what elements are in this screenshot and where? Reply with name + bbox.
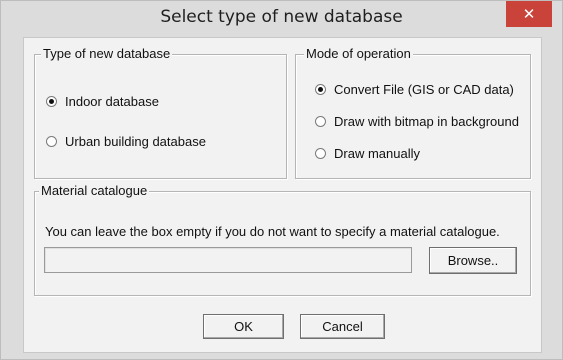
radio-draw-manually[interactable]: Draw manually bbox=[315, 146, 420, 161]
mode-of-operation-group: Mode of operation Convert File (GIS or C… bbox=[295, 46, 531, 179]
database-type-legend: Type of new database bbox=[41, 46, 173, 61]
radio-selected-dot bbox=[318, 87, 323, 92]
dialog-title: Select type of new database bbox=[160, 7, 403, 27]
close-button[interactable]: ✕ bbox=[506, 1, 552, 27]
radio-indicator bbox=[315, 84, 326, 95]
close-icon: ✕ bbox=[522, 5, 536, 23]
browse-button[interactable]: Browse.. bbox=[429, 247, 517, 274]
radio-indicator bbox=[46, 96, 57, 107]
ok-button[interactable]: OK bbox=[203, 314, 284, 339]
radio-urban-building-database[interactable]: Urban building database bbox=[46, 134, 206, 149]
database-type-group: Type of new database Indoor database Urb… bbox=[34, 46, 287, 179]
dialog-client-area: Type of new database Indoor database Urb… bbox=[23, 37, 542, 353]
radio-convert-file[interactable]: Convert File (GIS or CAD data) bbox=[315, 82, 514, 97]
material-catalogue-group: Material catalogue You can leave the box… bbox=[34, 183, 531, 296]
radio-label: Draw with bitmap in background bbox=[334, 114, 519, 129]
radio-indicator bbox=[315, 148, 326, 159]
radio-label: Indoor database bbox=[65, 94, 159, 109]
radio-selected-dot bbox=[49, 99, 54, 104]
radio-indicator bbox=[315, 116, 326, 127]
radio-indoor-database[interactable]: Indoor database bbox=[46, 94, 159, 109]
mode-of-operation-legend: Mode of operation bbox=[304, 46, 413, 61]
radio-indicator bbox=[46, 136, 57, 147]
radio-label: Draw manually bbox=[334, 146, 420, 161]
radio-draw-with-bitmap[interactable]: Draw with bitmap in background bbox=[315, 114, 519, 129]
radio-label: Urban building database bbox=[65, 134, 206, 149]
material-catalogue-path-input[interactable] bbox=[44, 247, 412, 273]
material-catalogue-hint: You can leave the box empty if you do no… bbox=[45, 224, 500, 239]
title-bar[interactable]: Select type of new database ✕ bbox=[1, 1, 562, 37]
material-catalogue-legend: Material catalogue bbox=[39, 183, 150, 198]
radio-label: Convert File (GIS or CAD data) bbox=[334, 82, 514, 97]
cancel-button[interactable]: Cancel bbox=[300, 314, 385, 339]
dialog-window: Select type of new database ✕ Type of ne… bbox=[0, 0, 563, 360]
